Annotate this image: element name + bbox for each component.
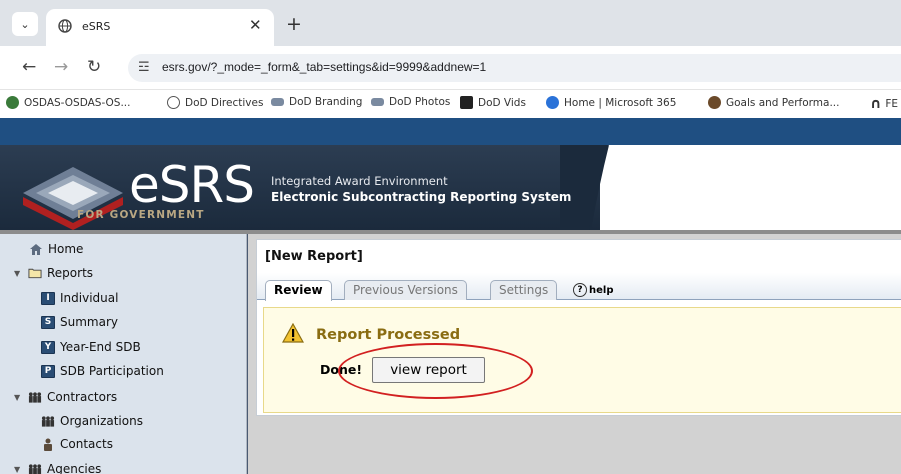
back-arrow-icon[interactable]: ← — [22, 57, 36, 77]
bookmark-microsoft-365[interactable]: Home | Microsoft 365 — [546, 96, 676, 109]
bookmark-dod-photos[interactable]: DoD Photos — [371, 96, 450, 108]
url-text[interactable]: esrs.gov/?_mode=_form&_tab=settings&id=9… — [162, 60, 486, 74]
forward-arrow-icon[interactable]: → — [54, 57, 68, 77]
tab-search-button[interactable]: ⌄ — [12, 12, 38, 36]
tab-title: eSRS — [82, 20, 111, 33]
bookmark-fe[interactable]: ∩ FE — [870, 96, 898, 112]
banner-system-name: Electronic Subcontracting Reporting Syst… — [271, 190, 572, 204]
bookmarks-bar: OSDAS-OSDAS-OS... DoD Directives DoD Bra… — [0, 90, 901, 118]
tab-settings[interactable]: Settings — [490, 280, 558, 300]
esrs-banner: eSRS FOR GOVERNMENT Integrated Award Env… — [0, 145, 901, 230]
browser-tab-bar: ⌄ eSRS ✕ + — [0, 0, 901, 46]
globe-icon — [58, 19, 72, 33]
cloud-icon — [271, 98, 284, 106]
person-icon — [41, 438, 55, 451]
people-icon — [28, 391, 42, 404]
sharepoint-icon — [6, 96, 19, 109]
warning-icon — [282, 323, 304, 343]
bookmark-dod-vids[interactable]: DoD Vids — [460, 96, 526, 109]
bookmark-osdas[interactable]: OSDAS-OSDAS-OS... — [6, 96, 130, 109]
banner-divider — [560, 145, 609, 230]
reload-icon[interactable]: ↻ — [87, 57, 101, 77]
address-bar[interactable]: ☲ esrs.gov/?_mode=_form&_tab=settings&id… — [128, 54, 901, 82]
seal-icon — [708, 96, 721, 109]
main-content: [New Report] Review Previous Versions Se… — [248, 234, 901, 474]
sidebar-item-year-end-sdb[interactable]: Y Year-End SDB — [41, 340, 141, 354]
site-settings-icon[interactable]: ☲ — [138, 60, 150, 75]
esrs-page: eSRS FOR GOVERNMENT Integrated Award Env… — [0, 118, 901, 474]
bookmark-dod-directives[interactable]: DoD Directives — [167, 96, 263, 109]
sidebar-nav: Home ▼ Reports I Individual S Summary Y … — [0, 234, 247, 474]
seal-icon — [167, 96, 180, 109]
sidebar-item-agencies[interactable]: ▼ Agencies — [14, 462, 101, 474]
sidebar-item-sdb-participation[interactable]: P SDB Participation — [41, 364, 164, 378]
done-label: Done! — [320, 362, 363, 377]
chevron-down-icon[interactable]: ▼ — [14, 269, 23, 278]
close-icon[interactable]: ✕ — [249, 16, 262, 34]
individual-report-icon: I — [41, 291, 55, 305]
sidebar-item-organizations[interactable]: Organizations — [41, 414, 143, 428]
microsoft-365-icon — [546, 96, 559, 109]
sidebar-item-contacts[interactable]: Contacts — [41, 437, 113, 451]
participation-report-icon: P — [41, 364, 55, 378]
summary-report-icon: S — [41, 315, 55, 329]
top-strip — [0, 118, 901, 145]
help-link[interactable]: ? help — [573, 283, 614, 297]
browser-toolbar: ← → ↻ ☲ esrs.gov/?_mode=_form&_tab=setti… — [0, 46, 901, 90]
tab-previous-versions[interactable]: Previous Versions — [344, 280, 467, 300]
sidebar-item-summary[interactable]: S Summary — [41, 315, 118, 329]
sidebar-item-reports[interactable]: ▼ Reports — [14, 266, 93, 280]
sidebar-item-individual[interactable]: I Individual — [41, 291, 118, 305]
sidebar-item-home[interactable]: Home — [29, 242, 83, 256]
arch-icon: ∩ — [870, 96, 882, 112]
video-icon — [460, 96, 473, 109]
report-panel: [New Report] Review Previous Versions Se… — [256, 239, 901, 416]
folder-icon — [28, 267, 42, 280]
bookmark-dod-branding[interactable]: DoD Branding — [271, 96, 362, 108]
cloud-icon — [371, 98, 384, 106]
year-end-report-icon: Y — [41, 340, 55, 354]
report-tabs: Review Previous Versions Settings ? help — [257, 273, 901, 301]
home-icon — [29, 243, 43, 256]
logo-subtitle: FOR GOVERNMENT — [77, 209, 205, 221]
browser-tab-esrs[interactable]: eSRS ✕ — [46, 9, 274, 46]
people-icon — [41, 415, 55, 428]
help-icon: ? — [573, 283, 587, 297]
new-tab-button[interactable]: + — [286, 13, 302, 35]
status-title: Report Processed — [316, 327, 461, 343]
view-report-button[interactable]: view report — [372, 357, 485, 383]
banner-tagline: Integrated Award Environment — [271, 174, 448, 188]
chevron-down-icon[interactable]: ▼ — [14, 465, 23, 474]
status-message-box: Report Processed Done! view report — [263, 307, 901, 413]
tab-review[interactable]: Review — [265, 280, 332, 301]
people-icon — [28, 463, 42, 474]
bookmark-goals[interactable]: Goals and Performa... — [708, 96, 839, 109]
esrs-logo-text: eSRS — [129, 156, 255, 214]
page-title: [New Report] — [265, 249, 363, 264]
chevron-down-icon[interactable]: ▼ — [14, 393, 23, 402]
sidebar-item-contractors[interactable]: ▼ Contractors — [14, 390, 117, 404]
